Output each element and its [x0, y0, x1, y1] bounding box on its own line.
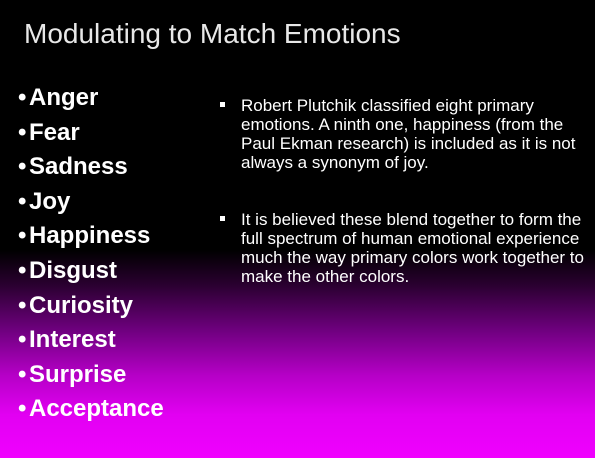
- bullet-dot: •: [18, 187, 27, 215]
- emotion-label: Fear: [29, 118, 80, 146]
- bullet-dot: •: [18, 291, 27, 319]
- emotion-item: • Interest: [18, 323, 164, 358]
- explanation-text: It is believed these blend together to f…: [241, 210, 584, 286]
- emotion-label: Joy: [29, 187, 71, 215]
- emotion-label: Happiness: [29, 222, 151, 250]
- emotion-label: Interest: [29, 326, 116, 354]
- emotion-list: • Anger • Fear • Sadness • Joy • Happiness • D…: [18, 81, 164, 427]
- emotion-item: • Disgust: [18, 254, 164, 289]
- slide: Modulating to Match Emotions • Anger • Fea…: [0, 0, 595, 458]
- slide-title: Modulating to Match Emotions: [24, 18, 401, 49]
- square-bullet-icon: [220, 216, 225, 221]
- bullet-dot: •: [18, 326, 27, 354]
- bullet-dot: •: [18, 153, 27, 181]
- emotion-item: • Happiness: [18, 219, 164, 254]
- explanation-item: It is believed these blend together to f…: [215, 210, 585, 286]
- explanation-list: Robert Plutchik classified eight primary…: [215, 96, 585, 286]
- emotion-label: Anger: [29, 84, 99, 111]
- emotion-item: • Surprise: [18, 358, 164, 393]
- bullet-dot: •: [18, 84, 27, 111]
- emotion-item: • Curiosity: [18, 289, 164, 324]
- emotion-label: Sadness: [29, 153, 128, 181]
- emotion-label: Disgust: [29, 256, 118, 284]
- emotion-item: • Sadness: [18, 150, 164, 185]
- emotion-item: • Acceptance: [18, 392, 164, 427]
- bullet-dot: •: [18, 118, 27, 146]
- bullet-dot: •: [18, 395, 27, 423]
- emotion-label: Surprise: [29, 360, 127, 388]
- bullet-dot: •: [18, 256, 27, 284]
- emotion-label: Curiosity: [29, 291, 134, 319]
- emotion-label: Acceptance: [29, 395, 164, 423]
- explanation-item: Robert Plutchik classified eight primary…: [215, 96, 585, 172]
- square-bullet-icon: [220, 102, 225, 107]
- emotion-item: • Anger: [18, 81, 164, 116]
- explanation-text: Robert Plutchik classified eight primary…: [241, 96, 576, 172]
- emotion-item: • Joy: [18, 185, 164, 220]
- bullet-dot: •: [18, 360, 27, 388]
- bullet-dot: •: [18, 222, 27, 250]
- emotion-item: • Fear: [18, 116, 164, 151]
